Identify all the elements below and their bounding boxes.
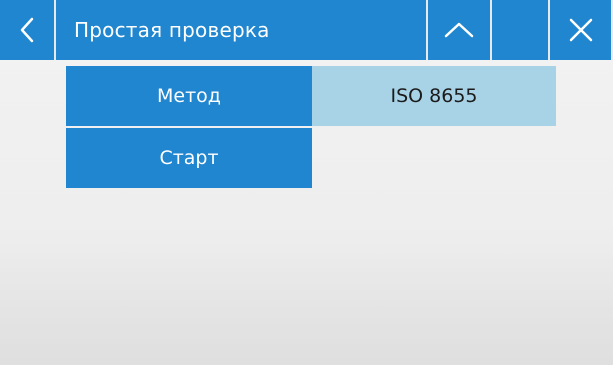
- method-value[interactable]: ISO 8655: [312, 66, 556, 126]
- close-icon: [568, 17, 594, 43]
- chevron-up-icon: [443, 20, 475, 40]
- top-bar: Простая проверка: [0, 0, 613, 60]
- close-button[interactable]: [550, 0, 611, 60]
- scroll-up-button[interactable]: [428, 0, 490, 60]
- page-title: Простая проверка: [56, 0, 426, 60]
- toolbar-empty-slot: [492, 0, 548, 60]
- background-shade: [0, 245, 613, 365]
- start-row: Старт: [66, 128, 312, 188]
- method-button[interactable]: Метод: [66, 66, 312, 126]
- chevron-left-icon: [17, 16, 37, 44]
- start-button[interactable]: Старт: [66, 128, 312, 188]
- back-button[interactable]: [0, 0, 54, 60]
- screen: Простая проверка Метод ISO 8655 Старт: [0, 0, 613, 365]
- method-row: Метод ISO 8655: [66, 66, 556, 126]
